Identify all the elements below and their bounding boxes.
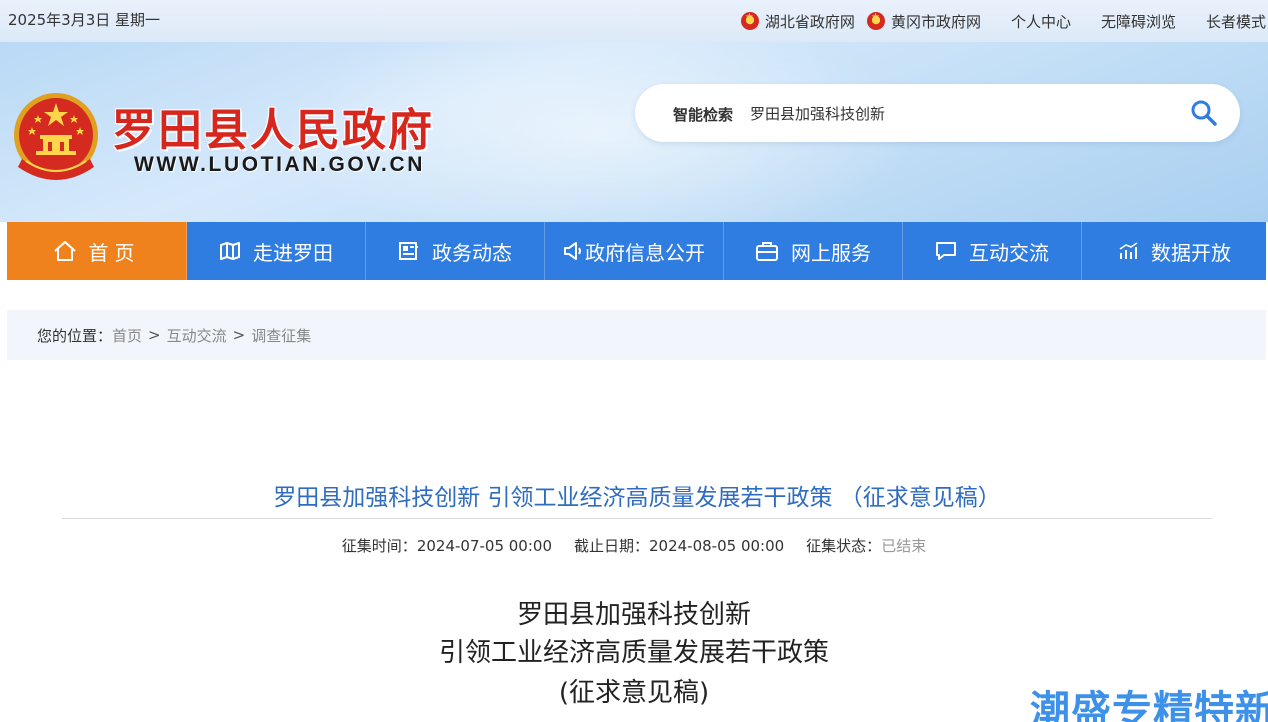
nav-item-open-data[interactable]: 数据开放 [1082,222,1266,280]
doc-title-line-1: 罗田县加强科技创新 [516,600,751,630]
nav-item-home[interactable]: 首页 [7,222,187,280]
link-elder-mode[interactable]: 长者模式 [1206,11,1266,32]
national-emblem-icon [740,12,759,30]
briefcase-icon [756,242,778,261]
nav-item-interaction[interactable]: 互动交流 [903,222,1082,280]
site-header: 罗田县人民政府 WWW.LUOTIAN.GOV.CN 智能检索 [0,42,1268,222]
site-title[interactable]: 罗田县人民政府 [112,94,434,158]
top-links: 湖北省政府网 黄冈市政府网 个人中心 无障碍浏览 长者模式 [740,0,1268,42]
breadcrumb: 您的位置： 首页 > 互动交流 > 调查征集 [7,310,1266,360]
link-accessibility[interactable]: 无障碍浏览 [1101,11,1176,32]
nav-item-about[interactable]: 走进罗田 [187,222,366,280]
breadcrumb-survey[interactable]: 调查征集 [251,325,311,346]
nav-item-label: 首页 [88,240,141,265]
start-time-label: 征集时间： [341,537,417,555]
nav-item-online-service[interactable]: 网上服务 [724,222,903,280]
chat-icon [936,242,956,260]
breadcrumb-interaction[interactable]: 互动交流 [167,325,227,346]
current-date: 2025年3月3日 星期一 [8,11,161,29]
start-time-value: 2024-07-05 00:00 [416,537,552,555]
search-icon[interactable] [1190,99,1218,127]
link-hubei-gov-label: 湖北省政府网 [764,12,855,31]
breadcrumb-separator: > [148,326,161,344]
search-box: 智能检索 [635,84,1240,142]
link-hubei-gov[interactable]: 湖北省政府网 [740,11,855,32]
nav-item-label: 网上服务 [791,240,871,265]
status-badge: 已结束 [881,537,927,555]
link-personal-center[interactable]: 个人中心 [1011,11,1071,32]
breadcrumb-prefix: 您的位置： [37,326,113,345]
main-nav: 首页 走进罗田 政务动态 政府信息公开 网上服务 互动交流 数据开放 [7,222,1266,280]
end-date-label: 截止日期： [573,537,649,555]
nav-item-label: 走进罗田 [253,240,333,265]
doc-title-line-2: 引领工业经济高质量发展若干政策 [438,638,829,668]
top-utility-bar: 2025年3月3日 星期一 湖北省政府网 黄冈市政府网 个人中心 无障碍浏览 长… [0,0,1268,42]
news-icon [399,242,418,260]
breadcrumb-separator: > [232,326,246,344]
nav-item-news[interactable]: 政务动态 [366,222,545,280]
article-title: 罗田县加强科技创新 引领工业经济高质量发展若干政策 （征求意见稿） [273,485,1001,511]
search-input[interactable] [750,102,1170,124]
status-label: 征集状态： [806,537,882,555]
national-emblem-icon [866,12,885,30]
nav-item-label: 数据开放 [1151,240,1231,265]
end-date-value: 2024-08-05 00:00 [649,537,785,555]
national-emblem-logo[interactable] [10,89,102,185]
link-huanggang-gov[interactable]: 黄冈市政府网 [866,11,981,32]
breadcrumb-home[interactable]: 首页 [112,325,142,346]
nav-item-label: 互动交流 [969,240,1049,265]
nav-item-label: 政府信息公开 [585,240,705,265]
chart-icon [1119,242,1138,259]
search-label: 智能检索 [673,106,734,124]
site-url: WWW.LUOTIAN.GOV.CN [134,153,426,176]
link-huanggang-gov-label: 黄冈市政府网 [890,12,981,31]
map-icon [220,242,240,260]
home-icon [53,241,76,261]
megaphone-icon [564,242,581,260]
nav-item-info-disclosure[interactable]: 政府信息公开 [545,222,724,280]
watermark-text: 潮盛专精特新 [1030,688,1268,722]
title-divider [62,518,1212,519]
nav-item-label: 政务动态 [432,240,512,265]
article-meta: 征集时间：2024-07-05 00:00 截止日期：2024-08-05 00:… [0,535,1268,556]
